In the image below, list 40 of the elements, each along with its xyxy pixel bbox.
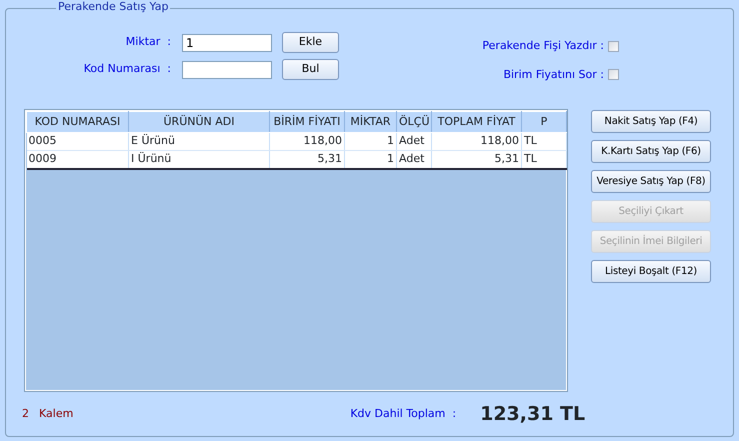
item-count-label: Kalem <box>39 406 74 422</box>
action-button[interactable]: Nakit Satış Yap (F4) <box>591 110 711 133</box>
table-cell: Adet <box>396 150 432 168</box>
column-header[interactable]: KOD NUMARASI <box>26 112 128 132</box>
action-button[interactable]: Bul <box>282 59 339 80</box>
table-cell: 5,31 <box>270 150 344 168</box>
input-field[interactable]: 1 <box>182 34 272 52</box>
column-header[interactable]: MİKTAR <box>344 112 396 132</box>
table-cell: TL <box>522 150 566 168</box>
table-cell: I Ürünü <box>128 150 270 168</box>
table-cell: 0005 <box>26 132 128 150</box>
action-button[interactable]: Ekle <box>282 32 339 53</box>
column-header[interactable]: BİRİM FİYATI <box>270 112 344 132</box>
item-count: 2 <box>22 406 29 422</box>
column-header[interactable]: TOPLAM FİYAT <box>432 112 522 132</box>
field-label: Miktar : <box>124 34 171 50</box>
option-label: Perakende Fişi Yazdır : <box>482 38 604 54</box>
table-cell: E Ürünü <box>128 132 270 150</box>
total-amount: 123,31 TL <box>480 402 586 427</box>
checkbox[interactable] <box>608 40 619 52</box>
option-label: Birim Fiyatını Sor : <box>503 66 604 82</box>
table-cell: 1 <box>344 150 396 168</box>
table-cell: 0009 <box>26 150 128 168</box>
panel-title: Perakende Satış Yap <box>56 0 170 14</box>
table-cell: 118,00 <box>270 132 344 150</box>
action-button[interactable]: K.Kartı Satış Yap (F6) <box>591 140 711 163</box>
column-header[interactable]: ÜRÜNÜN ADI <box>128 112 270 132</box>
checkbox[interactable] <box>608 69 619 80</box>
field-label: Kod Numarası : <box>82 61 171 78</box>
column-header[interactable]: P <box>522 112 566 132</box>
action-button[interactable]: Veresiye Satış Yap (F8) <box>591 170 711 193</box>
table-cell: Adet <box>396 132 432 150</box>
total-label: Kdv Dahil Toplam : <box>350 406 456 422</box>
table-cell: 5,31 <box>432 150 522 168</box>
table-cell: 118,00 <box>432 132 522 150</box>
input-field[interactable] <box>182 60 272 78</box>
action-button[interactable]: Listeyi Boşalt (F12) <box>591 260 711 283</box>
table-cell: TL <box>522 132 566 150</box>
column-header[interactable]: ÖLÇÜ <box>396 112 432 132</box>
table-cell: 1 <box>344 132 396 150</box>
